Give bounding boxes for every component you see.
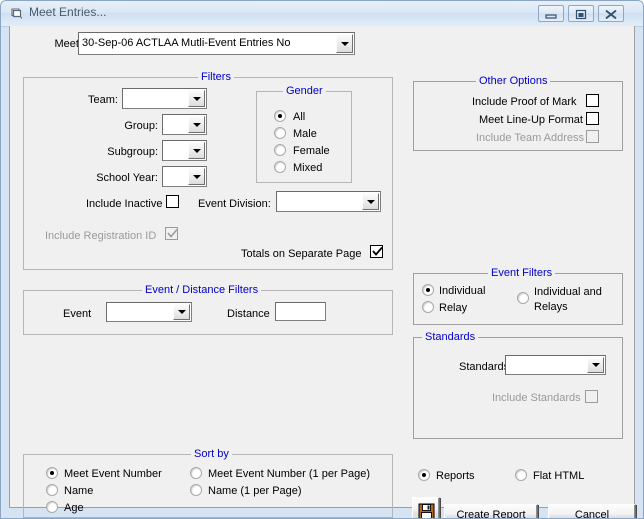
include-registration-id-checkbox [165, 227, 178, 240]
totals-separate-page-label: Totals on Separate Page [241, 248, 362, 260]
event-filter-radio-individual-and-relays[interactable] [517, 292, 529, 304]
window-title: Meet Entries... [29, 5, 107, 19]
gender-radio-male[interactable] [274, 127, 286, 139]
minimize-button[interactable] [538, 5, 564, 22]
school-year-combobox[interactable] [162, 166, 207, 187]
event-filters-group-caption: Event Filters [488, 267, 556, 279]
sort-by-group-caption: Sort by [191, 448, 232, 460]
totals-separate-page-checkbox[interactable] [370, 245, 383, 258]
include-team-address-label: Include Team Address [476, 132, 585, 144]
sort-radio-meet-event-number[interactable] [46, 467, 58, 479]
team-combobox[interactable] [122, 88, 207, 109]
chevron-down-icon[interactable] [188, 116, 205, 133]
cancel-button[interactable]: Cancel [548, 504, 636, 519]
title-bar[interactable]: Meet Entries... [1, 1, 643, 27]
sort-radio-name-one-per-page[interactable] [190, 484, 202, 496]
event-division-label: Event Division: [198, 198, 271, 210]
event-filter-radio-relay[interactable] [422, 301, 434, 313]
radio-dot [426, 288, 430, 292]
event-combobox[interactable] [106, 302, 192, 322]
group-label: Group: [124, 120, 158, 132]
output-radio-reports[interactable] [418, 469, 430, 481]
close-button[interactable] [598, 5, 624, 22]
sort-label-meet-event-number-one-per-page: Meet Event Number (1 per Page) [208, 468, 371, 480]
event-filter-label-individual: Individual [439, 285, 486, 297]
save-button[interactable] [412, 497, 440, 518]
maximize-button[interactable] [568, 5, 594, 22]
radio-dot [278, 114, 282, 118]
include-standards-label: Include Standards [492, 392, 581, 404]
meet-entries-dialog: Meet Entries... Meet: 30-Sep-06 ACTLAA M… [0, 0, 644, 519]
meet-combobox-value: 30-Sep-06 ACTLAA Mutli-Event Entries No [82, 37, 291, 49]
include-inactive-checkbox[interactable] [166, 195, 179, 208]
include-standards-checkbox [585, 390, 598, 403]
standards-group: Standards [413, 331, 623, 439]
event-filter-label-individual-and-relays: Individual and Relays [534, 286, 602, 313]
chevron-down-icon[interactable] [188, 142, 205, 159]
create-report-button[interactable]: Create Report [444, 504, 538, 519]
gender-label-all: All [293, 111, 306, 123]
meet-combobox[interactable]: 30-Sep-06 ACTLAA Mutli-Event Entries No [78, 32, 355, 55]
chevron-down-icon[interactable] [173, 304, 190, 320]
gender-radio-all[interactable] [274, 110, 286, 122]
other-options-group-caption: Other Options [476, 75, 551, 87]
include-team-address-checkbox [586, 130, 599, 143]
include-inactive-label: Include Inactive [86, 198, 163, 210]
gender-label-male: Male [293, 128, 317, 140]
radio-dot [422, 473, 426, 477]
sort-label-name: Name [64, 485, 94, 497]
event-distance-filters-caption: Event / Distance Filters [142, 284, 262, 296]
event-filter-label-relay: Relay [439, 302, 468, 314]
sort-label-name-one-per-page: Name (1 per Page) [208, 485, 302, 497]
chevron-down-icon[interactable] [188, 90, 205, 107]
event-label: Event [63, 308, 92, 320]
filters-group-caption: Filters [198, 71, 234, 83]
sort-radio-meet-event-number-one-per-page[interactable] [190, 467, 202, 479]
meet-line-up-format-checkbox[interactable] [586, 112, 599, 125]
gender-label-mixed: Mixed [293, 162, 323, 174]
distance-label: Distance [227, 308, 270, 320]
group-combobox[interactable] [162, 114, 207, 135]
window-restore-icon [9, 6, 25, 22]
event-division-combobox[interactable] [276, 191, 381, 212]
gender-radio-female[interactable] [274, 144, 286, 156]
floppy-disk-save-icon [418, 503, 434, 518]
chevron-down-icon[interactable] [336, 34, 353, 53]
chevron-down-icon[interactable] [587, 357, 604, 373]
output-radio-flat-html[interactable] [515, 469, 527, 481]
cancel-button-label: Cancel [574, 508, 610, 519]
chevron-down-icon[interactable] [188, 168, 205, 185]
event-filter-radio-individual[interactable] [422, 284, 434, 296]
gender-radio-mixed[interactable] [274, 161, 286, 173]
sort-label-meet-event-number: Meet Event Number [64, 468, 162, 480]
check-icon [372, 246, 383, 256]
output-label-flat-html: Flat HTML [533, 470, 585, 482]
sort-label-age: Age [64, 502, 84, 514]
school-year-label: School Year: [96, 172, 158, 184]
subgroup-combobox[interactable] [162, 140, 207, 161]
chevron-down-icon[interactable] [362, 193, 379, 210]
sort-radio-age[interactable] [46, 501, 58, 513]
meet-label: Meet: [54, 38, 82, 50]
dialog-client-area: Meet: 30-Sep-06 ACTLAA Mutli-Event Entri… [9, 26, 636, 518]
create-report-button-label: Create Report [456, 508, 526, 519]
gender-label-female: Female [293, 145, 330, 157]
distance-input[interactable] [275, 302, 326, 321]
subgroup-label: Subgroup: [107, 146, 158, 158]
radio-dot [50, 471, 54, 475]
include-registration-id-label: Include Registration ID [45, 230, 157, 242]
standards-combobox[interactable] [505, 355, 606, 375]
team-label: Team: [88, 94, 118, 106]
gender-group-caption: Gender [283, 85, 326, 97]
include-proof-of-mark-label: Include Proof of Mark [472, 96, 577, 108]
check-icon [167, 228, 178, 238]
sort-radio-name[interactable] [46, 484, 58, 496]
standards-group-caption: Standards [422, 331, 479, 343]
output-label-reports: Reports [436, 470, 475, 482]
meet-line-up-format-label: Meet Line-Up Format [479, 114, 583, 126]
include-proof-of-mark-checkbox[interactable] [586, 94, 599, 107]
